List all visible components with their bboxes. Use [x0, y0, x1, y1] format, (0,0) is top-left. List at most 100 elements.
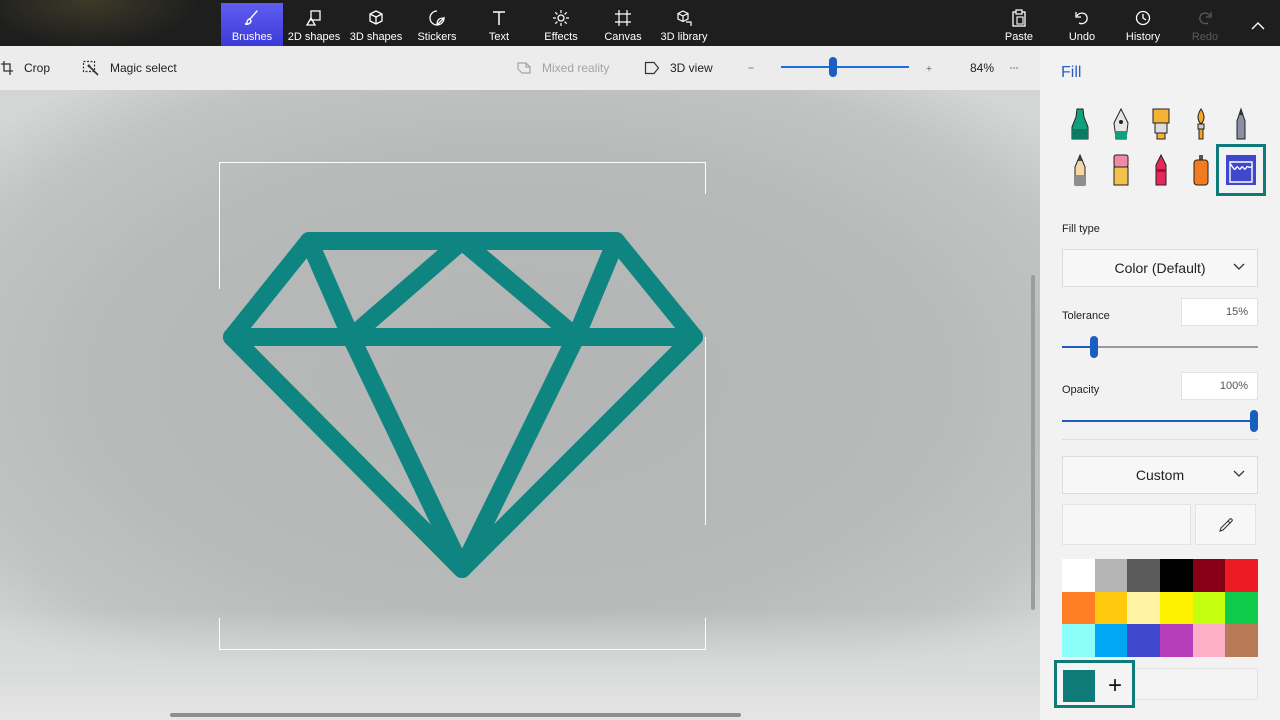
collapse-ribbon-button[interactable] — [1244, 3, 1272, 46]
undo-icon — [1073, 8, 1091, 28]
panel-divider — [1062, 439, 1258, 440]
tool-brushes[interactable]: Brushes — [221, 3, 283, 46]
tool-label: Canvas — [604, 31, 642, 43]
2d-shapes-icon — [305, 8, 323, 28]
paste-icon — [1010, 8, 1028, 28]
history-button[interactable]: History — [1122, 3, 1164, 46]
zoom-in-button[interactable] — [926, 46, 942, 90]
color-swatch[interactable] — [1127, 559, 1160, 592]
zoom-slider-track[interactable] — [781, 66, 909, 68]
diamond-drawing — [223, 232, 703, 578]
fill-type-label: Fill type — [1062, 223, 1100, 235]
more-options-button[interactable] — [1010, 46, 1028, 90]
tool-stickers[interactable]: Stickers — [410, 3, 464, 46]
color-swatch[interactable] — [1127, 591, 1160, 625]
brush-watercolor[interactable] — [1181, 102, 1221, 146]
vertical-scrollbar[interactable] — [1031, 275, 1035, 610]
opacity-label: Opacity — [1062, 384, 1100, 396]
tool-2d-shapes[interactable]: 2D shapes — [285, 3, 343, 46]
color-swatch[interactable] — [1160, 559, 1193, 592]
tolerance-slider-thumb[interactable] — [1090, 336, 1099, 358]
opacity-slider-fill — [1062, 420, 1254, 422]
crop-button[interactable]: Crop — [0, 46, 50, 90]
color-swatch[interactable] — [1225, 559, 1258, 592]
color-swatch[interactable] — [1192, 591, 1226, 625]
plus-icon — [926, 65, 932, 71]
eyedropper-button[interactable] — [1195, 504, 1256, 545]
chevron-down-icon — [1233, 470, 1245, 477]
mixed-reality-label: Mixed reality — [542, 61, 610, 75]
panel-title: Fill — [1061, 64, 1082, 81]
color-swatch[interactable] — [1192, 559, 1226, 592]
color-swatch[interactable] — [1094, 559, 1128, 592]
marker-icon — [1071, 108, 1089, 140]
color-swatch[interactable] — [1062, 624, 1095, 657]
pencil-gray-icon — [1236, 107, 1246, 140]
fill-bucket-icon — [1226, 155, 1256, 185]
watercolor-icon — [1197, 108, 1205, 140]
horizontal-scrollbar[interactable] — [170, 713, 741, 717]
color-palette — [1062, 559, 1258, 657]
opacity-slider-thumb[interactable] — [1250, 410, 1258, 432]
paste-button[interactable]: Paste — [998, 3, 1040, 46]
tool-text[interactable]: Text — [478, 3, 520, 46]
tool-label: Text — [488, 31, 510, 43]
zoom-slider-thumb[interactable] — [829, 57, 837, 77]
stickers-icon — [428, 8, 446, 28]
redo-button[interactable]: Redo — [1186, 3, 1224, 46]
color-swatch[interactable] — [1160, 591, 1193, 625]
custom-color-swatch[interactable] — [1063, 670, 1095, 702]
brush-pencil[interactable] — [1060, 148, 1100, 192]
brush-eraser[interactable] — [1101, 148, 1141, 192]
crop-icon — [1, 61, 13, 75]
color-swatch[interactable] — [1127, 624, 1160, 657]
chevron-down-icon — [1233, 263, 1245, 270]
magic-select-button[interactable]: Magic select — [82, 46, 177, 90]
color-swatch[interactable] — [1094, 591, 1128, 625]
color-swatch[interactable] — [1225, 591, 1258, 625]
3d-view-icon — [644, 61, 660, 75]
redo-label: Redo — [1191, 31, 1219, 43]
canvas-workspace[interactable] — [0, 90, 1040, 720]
brush-fill[interactable] — [1216, 144, 1266, 196]
zoom-out-button[interactable] — [748, 46, 764, 90]
tool-label: Brushes — [231, 31, 273, 43]
color-swatch[interactable] — [1192, 624, 1226, 657]
color-swatch[interactable] — [1225, 624, 1258, 657]
color-swatch[interactable] — [1094, 624, 1128, 657]
3d-shapes-icon — [367, 8, 385, 28]
tool-label: Stickers — [417, 31, 457, 43]
tool-label: 2D shapes — [287, 31, 341, 43]
brush-spray-can[interactable] — [1181, 148, 1221, 192]
paste-label: Paste — [1004, 31, 1034, 43]
ellipsis-icon — [1010, 67, 1018, 69]
tool-label: 3D library — [660, 31, 708, 43]
magic-select-icon — [82, 60, 99, 76]
color-mode-dropdown[interactable]: Custom — [1062, 456, 1258, 494]
tool-3d-shapes[interactable]: 3D shapes — [346, 3, 406, 46]
top-ribbon: Brushes 2D shapes 3D shapes Stickers Tex… — [0, 0, 1280, 46]
brush-oil[interactable] — [1141, 102, 1181, 146]
brush-marker[interactable] — [1060, 102, 1100, 146]
color-swatch[interactable] — [1160, 624, 1193, 657]
3d-view-button[interactable]: 3D view — [644, 46, 713, 90]
undo-button[interactable]: Undo — [1062, 3, 1102, 46]
crayon-icon — [1155, 153, 1167, 186]
tool-label: Effects — [544, 31, 578, 43]
chevron-up-icon — [1251, 16, 1265, 36]
color-swatch[interactable] — [1062, 559, 1095, 592]
brush-pencil-gray[interactable] — [1221, 102, 1261, 146]
color-swatch[interactable] — [1062, 591, 1095, 625]
fill-type-dropdown[interactable]: Color (Default) — [1062, 249, 1258, 287]
brush-calligraphy-pen[interactable] — [1101, 102, 1141, 146]
minus-icon — [748, 67, 754, 69]
tolerance-input[interactable]: 15% — [1181, 298, 1258, 326]
tool-canvas[interactable]: Canvas — [600, 3, 646, 46]
tool-effects[interactable]: Effects — [538, 3, 584, 46]
add-color-button[interactable]: + — [1101, 671, 1129, 701]
mixed-reality-button[interactable]: Mixed reality — [516, 46, 609, 90]
brush-crayon[interactable] — [1141, 148, 1181, 192]
opacity-input[interactable]: 100% — [1181, 372, 1258, 400]
brushes-icon — [243, 8, 261, 28]
tool-3d-library[interactable]: 3D library — [656, 3, 712, 46]
